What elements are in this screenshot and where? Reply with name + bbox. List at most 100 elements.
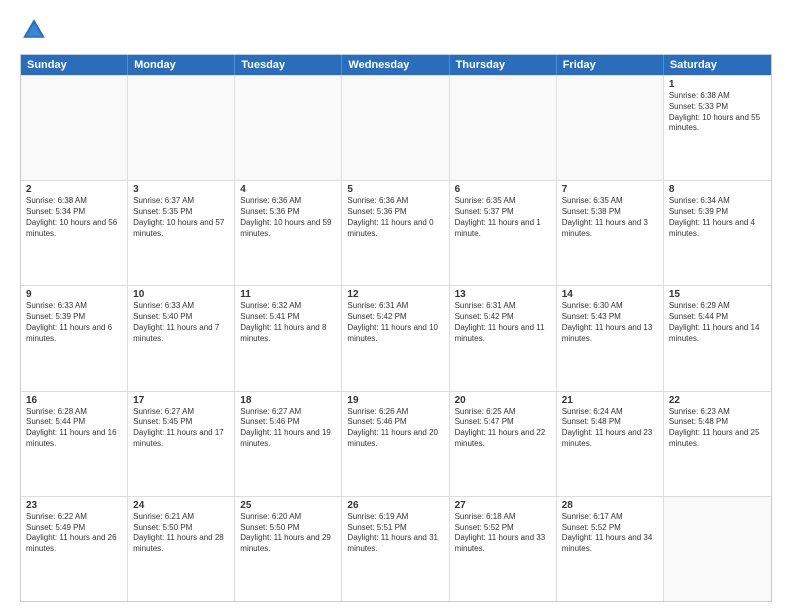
- day-info: Sunrise: 6:31 AM Sunset: 5:42 PM Dayligh…: [455, 301, 551, 344]
- calendar-header-cell: Wednesday: [342, 55, 449, 75]
- calendar-cell: [21, 76, 128, 180]
- day-number: 25: [240, 500, 336, 511]
- calendar-cell: [557, 76, 664, 180]
- day-info: Sunrise: 6:27 AM Sunset: 5:46 PM Dayligh…: [240, 407, 336, 450]
- calendar-body: 1Sunrise: 6:38 AM Sunset: 5:33 PM Daylig…: [21, 75, 771, 601]
- day-info: Sunrise: 6:34 AM Sunset: 5:39 PM Dayligh…: [669, 196, 766, 239]
- calendar-header-cell: Sunday: [21, 55, 128, 75]
- calendar-cell: [235, 76, 342, 180]
- calendar-cell: 9Sunrise: 6:33 AM Sunset: 5:39 PM Daylig…: [21, 286, 128, 390]
- day-info: Sunrise: 6:19 AM Sunset: 5:51 PM Dayligh…: [347, 512, 443, 555]
- calendar-cell: 23Sunrise: 6:22 AM Sunset: 5:49 PM Dayli…: [21, 497, 128, 601]
- calendar-header-cell: Tuesday: [235, 55, 342, 75]
- page: SundayMondayTuesdayWednesdayThursdayFrid…: [0, 0, 792, 612]
- day-info: Sunrise: 6:24 AM Sunset: 5:48 PM Dayligh…: [562, 407, 658, 450]
- calendar-cell: 18Sunrise: 6:27 AM Sunset: 5:46 PM Dayli…: [235, 392, 342, 496]
- day-number: 8: [669, 184, 766, 195]
- calendar-week-row: 2Sunrise: 6:38 AM Sunset: 5:34 PM Daylig…: [21, 180, 771, 285]
- calendar-cell: 12Sunrise: 6:31 AM Sunset: 5:42 PM Dayli…: [342, 286, 449, 390]
- calendar-cell: 2Sunrise: 6:38 AM Sunset: 5:34 PM Daylig…: [21, 181, 128, 285]
- calendar-cell: 26Sunrise: 6:19 AM Sunset: 5:51 PM Dayli…: [342, 497, 449, 601]
- calendar-cell: 6Sunrise: 6:35 AM Sunset: 5:37 PM Daylig…: [450, 181, 557, 285]
- day-number: 5: [347, 184, 443, 195]
- calendar-header-cell: Thursday: [450, 55, 557, 75]
- calendar-week-row: 23Sunrise: 6:22 AM Sunset: 5:49 PM Dayli…: [21, 496, 771, 601]
- day-info: Sunrise: 6:29 AM Sunset: 5:44 PM Dayligh…: [669, 301, 766, 344]
- day-number: 17: [133, 395, 229, 406]
- day-info: Sunrise: 6:23 AM Sunset: 5:48 PM Dayligh…: [669, 407, 766, 450]
- day-number: 2: [26, 184, 122, 195]
- calendar-cell: 20Sunrise: 6:25 AM Sunset: 5:47 PM Dayli…: [450, 392, 557, 496]
- day-info: Sunrise: 6:33 AM Sunset: 5:39 PM Dayligh…: [26, 301, 122, 344]
- day-info: Sunrise: 6:35 AM Sunset: 5:38 PM Dayligh…: [562, 196, 658, 239]
- calendar-cell: 3Sunrise: 6:37 AM Sunset: 5:35 PM Daylig…: [128, 181, 235, 285]
- calendar-cell: 1Sunrise: 6:38 AM Sunset: 5:33 PM Daylig…: [664, 76, 771, 180]
- calendar-cell: 22Sunrise: 6:23 AM Sunset: 5:48 PM Dayli…: [664, 392, 771, 496]
- logo-icon: [20, 16, 48, 44]
- day-number: 24: [133, 500, 229, 511]
- day-info: Sunrise: 6:27 AM Sunset: 5:45 PM Dayligh…: [133, 407, 229, 450]
- day-number: 4: [240, 184, 336, 195]
- day-number: 6: [455, 184, 551, 195]
- day-info: Sunrise: 6:38 AM Sunset: 5:33 PM Dayligh…: [669, 91, 766, 134]
- calendar-cell: 28Sunrise: 6:17 AM Sunset: 5:52 PM Dayli…: [557, 497, 664, 601]
- day-number: 16: [26, 395, 122, 406]
- calendar-week-row: 1Sunrise: 6:38 AM Sunset: 5:33 PM Daylig…: [21, 75, 771, 180]
- calendar-header-cell: Friday: [557, 55, 664, 75]
- day-number: 11: [240, 289, 336, 300]
- day-info: Sunrise: 6:18 AM Sunset: 5:52 PM Dayligh…: [455, 512, 551, 555]
- calendar-week-row: 16Sunrise: 6:28 AM Sunset: 5:44 PM Dayli…: [21, 391, 771, 496]
- day-number: 9: [26, 289, 122, 300]
- day-info: Sunrise: 6:20 AM Sunset: 5:50 PM Dayligh…: [240, 512, 336, 555]
- calendar-cell: 25Sunrise: 6:20 AM Sunset: 5:50 PM Dayli…: [235, 497, 342, 601]
- calendar-cell: 4Sunrise: 6:36 AM Sunset: 5:36 PM Daylig…: [235, 181, 342, 285]
- day-number: 22: [669, 395, 766, 406]
- calendar-header-row: SundayMondayTuesdayWednesdayThursdayFrid…: [21, 55, 771, 75]
- calendar-cell: 10Sunrise: 6:33 AM Sunset: 5:40 PM Dayli…: [128, 286, 235, 390]
- calendar-cell: 19Sunrise: 6:26 AM Sunset: 5:46 PM Dayli…: [342, 392, 449, 496]
- day-info: Sunrise: 6:28 AM Sunset: 5:44 PM Dayligh…: [26, 407, 122, 450]
- day-info: Sunrise: 6:33 AM Sunset: 5:40 PM Dayligh…: [133, 301, 229, 344]
- calendar-cell: 11Sunrise: 6:32 AM Sunset: 5:41 PM Dayli…: [235, 286, 342, 390]
- day-number: 14: [562, 289, 658, 300]
- day-info: Sunrise: 6:31 AM Sunset: 5:42 PM Dayligh…: [347, 301, 443, 344]
- day-number: 13: [455, 289, 551, 300]
- calendar-cell: 21Sunrise: 6:24 AM Sunset: 5:48 PM Dayli…: [557, 392, 664, 496]
- calendar-cell: 5Sunrise: 6:36 AM Sunset: 5:36 PM Daylig…: [342, 181, 449, 285]
- day-number: 26: [347, 500, 443, 511]
- calendar-header-cell: Monday: [128, 55, 235, 75]
- day-info: Sunrise: 6:21 AM Sunset: 5:50 PM Dayligh…: [133, 512, 229, 555]
- header: [20, 16, 772, 44]
- day-number: 7: [562, 184, 658, 195]
- day-number: 18: [240, 395, 336, 406]
- day-number: 28: [562, 500, 658, 511]
- day-number: 3: [133, 184, 229, 195]
- day-number: 20: [455, 395, 551, 406]
- day-info: Sunrise: 6:30 AM Sunset: 5:43 PM Dayligh…: [562, 301, 658, 344]
- calendar-cell: [128, 76, 235, 180]
- day-info: Sunrise: 6:25 AM Sunset: 5:47 PM Dayligh…: [455, 407, 551, 450]
- day-number: 15: [669, 289, 766, 300]
- calendar: SundayMondayTuesdayWednesdayThursdayFrid…: [20, 54, 772, 602]
- calendar-cell: 13Sunrise: 6:31 AM Sunset: 5:42 PM Dayli…: [450, 286, 557, 390]
- day-number: 1: [669, 79, 766, 90]
- day-number: 23: [26, 500, 122, 511]
- day-info: Sunrise: 6:32 AM Sunset: 5:41 PM Dayligh…: [240, 301, 336, 344]
- calendar-cell: [450, 76, 557, 180]
- day-info: Sunrise: 6:36 AM Sunset: 5:36 PM Dayligh…: [347, 196, 443, 239]
- calendar-cell: 16Sunrise: 6:28 AM Sunset: 5:44 PM Dayli…: [21, 392, 128, 496]
- calendar-cell: [664, 497, 771, 601]
- calendar-cell: 15Sunrise: 6:29 AM Sunset: 5:44 PM Dayli…: [664, 286, 771, 390]
- day-info: Sunrise: 6:37 AM Sunset: 5:35 PM Dayligh…: [133, 196, 229, 239]
- day-info: Sunrise: 6:17 AM Sunset: 5:52 PM Dayligh…: [562, 512, 658, 555]
- calendar-header-cell: Saturday: [664, 55, 771, 75]
- day-number: 10: [133, 289, 229, 300]
- calendar-cell: 24Sunrise: 6:21 AM Sunset: 5:50 PM Dayli…: [128, 497, 235, 601]
- day-number: 19: [347, 395, 443, 406]
- calendar-cell: 27Sunrise: 6:18 AM Sunset: 5:52 PM Dayli…: [450, 497, 557, 601]
- calendar-cell: 8Sunrise: 6:34 AM Sunset: 5:39 PM Daylig…: [664, 181, 771, 285]
- day-info: Sunrise: 6:38 AM Sunset: 5:34 PM Dayligh…: [26, 196, 122, 239]
- day-info: Sunrise: 6:22 AM Sunset: 5:49 PM Dayligh…: [26, 512, 122, 555]
- calendar-cell: 7Sunrise: 6:35 AM Sunset: 5:38 PM Daylig…: [557, 181, 664, 285]
- logo: [20, 16, 52, 44]
